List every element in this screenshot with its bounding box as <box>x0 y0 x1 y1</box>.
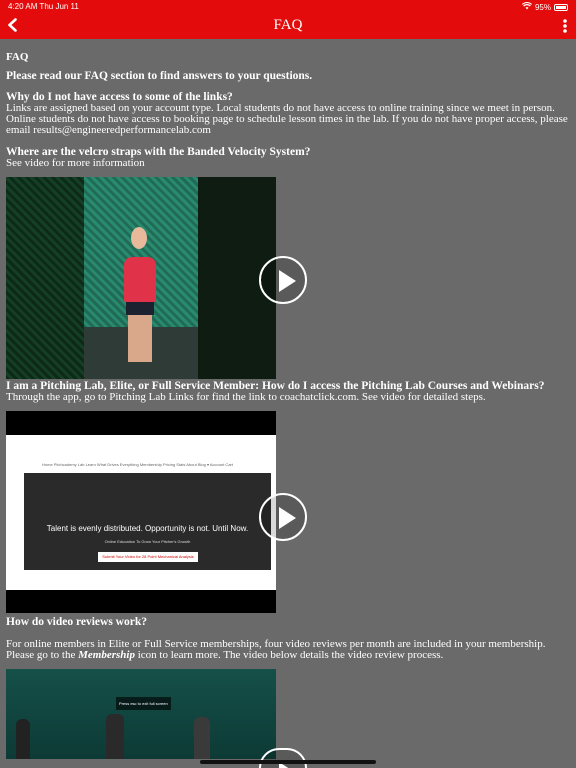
faq-answer: Links are assigned based on your account… <box>6 102 568 136</box>
membership-emphasis: Membership <box>78 649 135 661</box>
faq-heading: FAQ <box>6 51 29 63</box>
video-player-video-reviews[interactable]: Press esc to exit full screen <box>6 669 276 759</box>
video-player-pitching-lab-courses[interactable]: Home Pitchcademy Lab Learn What Drives E… <box>6 411 276 613</box>
battery-icon <box>554 3 568 11</box>
faq-answer: Through the app, go to Pitching Lab Link… <box>6 391 486 403</box>
video-player-velcro-straps[interactable] <box>6 177 276 379</box>
faq-content: FAQ Please read our FAQ section to find … <box>6 52 571 759</box>
faq-answer: See video for more information <box>6 157 145 169</box>
status-right: 95% <box>521 1 568 12</box>
video-hero-tagline: Talent is evenly distributed. Opportunit… <box>46 524 249 533</box>
battery-percent: 95% <box>534 2 551 12</box>
video-hero-button: Submit Your Video for 28 Point Mechanica… <box>98 552 198 562</box>
more-menu-icon[interactable] <box>562 18 568 34</box>
video-site-nav: Home Pitchcademy Lab Learn What Drives E… <box>42 462 233 467</box>
status-time: 4:20 AM Thu Jun 11 <box>8 2 79 11</box>
play-button-icon[interactable] <box>259 493 307 541</box>
fullscreen-banner: Press esc to exit full screen <box>116 697 171 710</box>
nav-bar: FAQ <box>0 12 576 39</box>
wifi-icon <box>521 1 532 12</box>
video-hero: Talent is evenly distributed. Opportunit… <box>24 473 271 570</box>
page-title: FAQ <box>273 17 303 33</box>
status-bar: 4:20 AM Thu Jun 11 95% <box>0 0 576 12</box>
video-hero-subline: Online Education To Grow Your Pitcher's … <box>104 539 191 544</box>
play-button-icon[interactable] <box>259 256 307 304</box>
faq-intro: Please read our FAQ section to find answ… <box>6 70 313 82</box>
home-indicator[interactable] <box>200 760 376 764</box>
faq-question: How do video reviews work? <box>6 616 147 628</box>
faq-answer: For online members in Elite or Full Serv… <box>6 638 546 661</box>
